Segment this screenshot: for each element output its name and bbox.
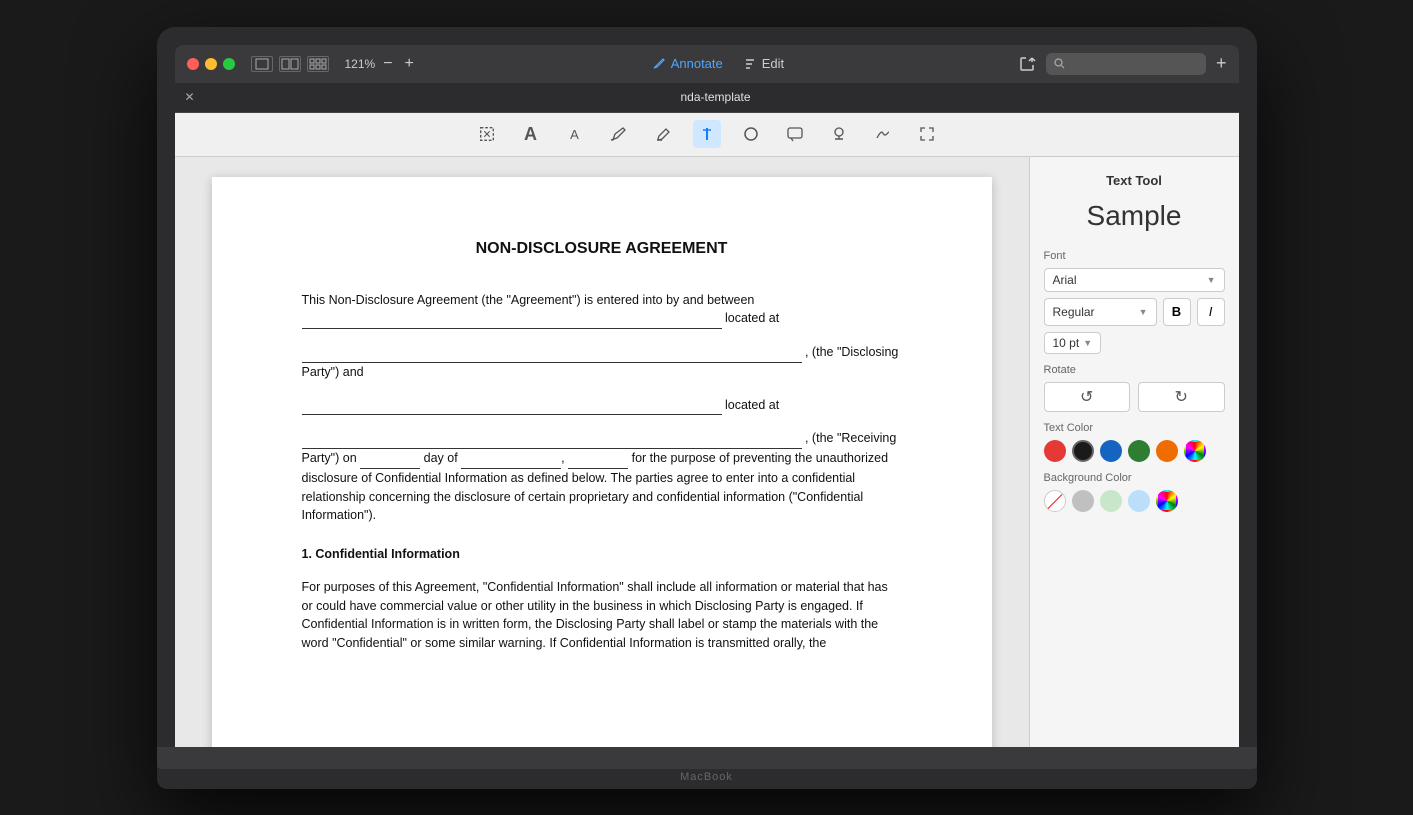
month-blank <box>461 449 561 469</box>
paragraph-2: , (the "Disclosing Party") and <box>302 343 902 382</box>
font-label: Font <box>1044 250 1225 262</box>
shape-tool-icon[interactable] <box>737 120 765 148</box>
tab-close-button[interactable]: ✕ <box>185 90 195 104</box>
color-red[interactable] <box>1044 440 1066 462</box>
font-dropdown[interactable]: Arial ▼ <box>1044 268 1225 292</box>
zoom-in-button[interactable]: + <box>401 55 418 73</box>
bg-color-transparent[interactable] <box>1044 490 1066 512</box>
pen-tool-icon[interactable] <box>605 120 633 148</box>
two-page-view-btn[interactable] <box>279 56 301 72</box>
style-row: Regular ▼ B I <box>1044 298 1225 326</box>
titlebar-right: + <box>1018 53 1227 75</box>
party1-address-blank <box>302 343 802 363</box>
stamp-tool-icon[interactable] <box>825 120 853 148</box>
paragraph-1: This Non-Disclosure Agreement (the "Agre… <box>302 291 902 330</box>
bg-color-swatches <box>1044 490 1225 512</box>
edit-button[interactable]: Edit <box>743 56 784 71</box>
minimize-button[interactable] <box>205 58 217 70</box>
italic-button[interactable]: I <box>1197 298 1225 326</box>
search-box[interactable] <box>1046 53 1206 75</box>
right-panel: ≫ Text Tool Sample Font Arial ▼ Regular … <box>1029 157 1239 747</box>
rotate-cw-button[interactable]: ↻ <box>1138 382 1225 412</box>
titlebar: 121% − + Annotate Edit + <box>175 45 1239 83</box>
view-buttons <box>251 56 329 72</box>
zoom-control: 121% − + <box>345 55 418 73</box>
font-dropdown-arrow: ▼ <box>1207 275 1216 285</box>
traffic-lights <box>187 58 235 70</box>
text-color-label: Text Color <box>1044 422 1225 434</box>
section-1-body: For purposes of this Agreement, "Confide… <box>302 578 902 653</box>
tabbar: ✕ nda-template <box>175 83 1239 113</box>
signature-tool-icon[interactable] <box>869 120 897 148</box>
fullscreen-tool-icon[interactable] <box>913 120 941 148</box>
single-page-view-btn[interactable] <box>251 56 273 72</box>
party2-name-blank <box>302 396 722 416</box>
main-area: NON-DISCLOSURE AGREEMENT This Non-Disclo… <box>175 157 1239 747</box>
font-value: Arial <box>1053 273 1077 287</box>
annotate-button[interactable]: Annotate <box>652 56 723 71</box>
font-size-value: 10 pt <box>1053 336 1080 350</box>
zoom-out-button[interactable]: − <box>379 55 396 73</box>
search-icon <box>1054 58 1065 69</box>
edit-label: Edit <box>762 56 784 71</box>
document-body: This Non-Disclosure Agreement (the "Agre… <box>302 291 902 653</box>
day-blank <box>360 449 420 469</box>
annotation-toolbar: A A <box>175 113 1239 157</box>
rotate-row: ↺ ↻ <box>1044 382 1225 412</box>
rotate-label: Rotate <box>1044 364 1225 376</box>
paragraph-3: located at <box>302 396 902 416</box>
bg-color-light-green[interactable] <box>1100 490 1122 512</box>
grid-view-btn[interactable] <box>307 56 329 72</box>
zoom-level: 121% <box>345 57 376 71</box>
laptop-bottom-bar <box>157 747 1257 769</box>
panel-title: Text Tool <box>1044 173 1225 188</box>
rotate-ccw-button[interactable]: ↺ <box>1044 382 1131 412</box>
bg-color-label: Background Color <box>1044 472 1225 484</box>
annotate-label: Annotate <box>671 56 723 71</box>
sample-text: Sample <box>1044 200 1225 232</box>
size-dropdown-arrow: ▼ <box>1083 338 1092 348</box>
year-blank <box>568 449 628 469</box>
tab-title: nda-template <box>203 90 1229 104</box>
color-black[interactable] <box>1072 440 1094 462</box>
document-title: NON-DISCLOSURE AGREEMENT <box>302 237 902 261</box>
style-dropdown[interactable]: Regular ▼ <box>1044 298 1157 326</box>
bold-button[interactable]: B <box>1163 298 1191 326</box>
share-icon[interactable] <box>1018 55 1036 73</box>
text-color-swatches <box>1044 440 1225 462</box>
text-large-tool-icon[interactable]: A <box>517 120 545 148</box>
highlight-tool-icon[interactable] <box>649 120 677 148</box>
resize-tool-icon[interactable] <box>473 120 501 148</box>
laptop-base: MacBook <box>157 769 1257 789</box>
comment-tool-icon[interactable] <box>781 120 809 148</box>
font-select-row: Arial ▼ <box>1044 268 1225 292</box>
laptop-frame: 121% − + Annotate Edit + <box>157 27 1257 789</box>
maximize-button[interactable] <box>223 58 235 70</box>
bg-color-light-blue[interactable] <box>1128 490 1150 512</box>
document-area[interactable]: NON-DISCLOSURE AGREEMENT This Non-Disclo… <box>175 157 1029 747</box>
size-row: 10 pt ▼ <box>1044 332 1225 354</box>
text-insert-tool-icon[interactable] <box>693 120 721 148</box>
font-size-control[interactable]: 10 pt ▼ <box>1044 332 1102 354</box>
add-tab-button[interactable]: + <box>1216 53 1227 74</box>
style-dropdown-arrow: ▼ <box>1139 307 1148 317</box>
color-orange[interactable] <box>1156 440 1178 462</box>
color-multicolor[interactable] <box>1184 440 1206 462</box>
titlebar-center: Annotate Edit <box>426 56 1010 71</box>
party2-address-blank <box>302 429 802 449</box>
style-value: Regular <box>1053 305 1095 319</box>
color-blue[interactable] <box>1100 440 1122 462</box>
bg-color-multicolor[interactable] <box>1156 490 1178 512</box>
party1-name-blank <box>302 309 722 329</box>
text-small-tool-icon[interactable]: A <box>561 120 589 148</box>
bg-color-gray[interactable] <box>1072 490 1094 512</box>
paragraph-4: , (the "Receiving Party") on day of , fo… <box>302 429 902 525</box>
section-1-heading: 1. Confidential Information <box>302 545 902 564</box>
color-green[interactable] <box>1128 440 1150 462</box>
close-button[interactable] <box>187 58 199 70</box>
laptop-screen: 121% − + Annotate Edit + <box>175 45 1239 747</box>
document: NON-DISCLOSURE AGREEMENT This Non-Disclo… <box>212 177 992 747</box>
macbook-brand-label: MacBook <box>680 771 733 787</box>
